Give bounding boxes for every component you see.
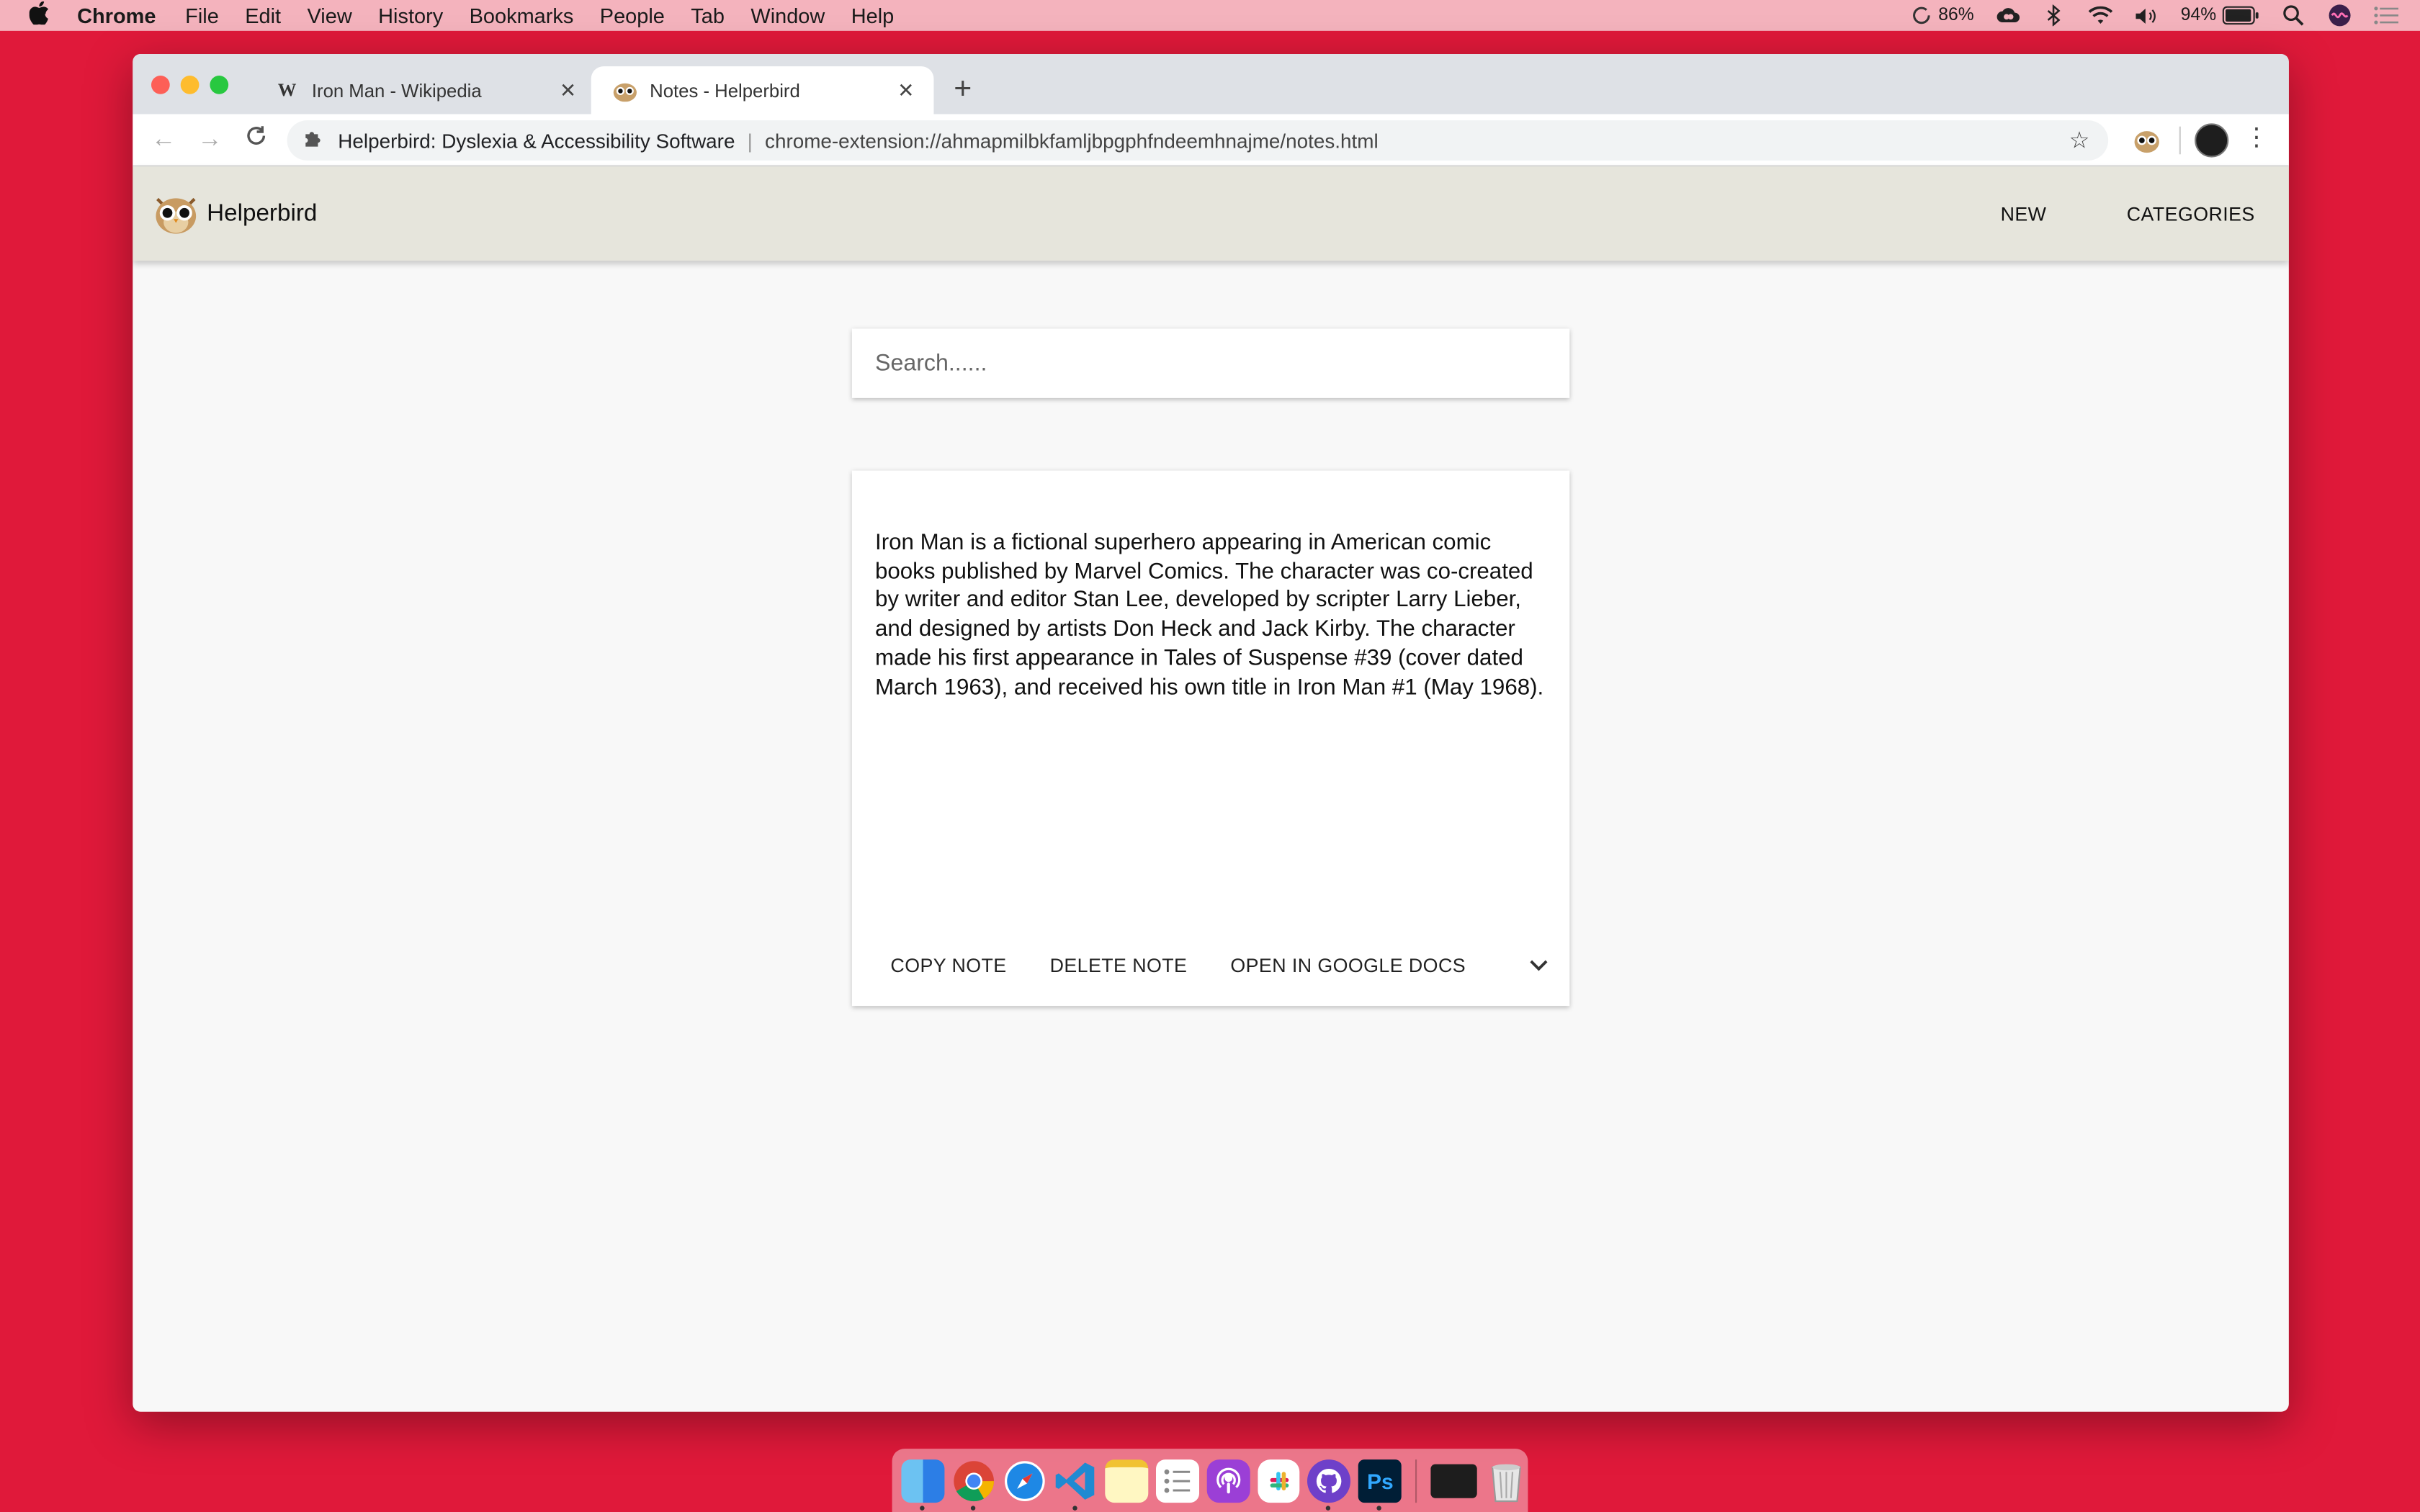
vscode-icon[interactable] — [1054, 1459, 1097, 1510]
browser-toolbar: ← → Helperbird: Dyslexia & Accessibility… — [133, 114, 2289, 167]
spotlight-search-icon[interactable] — [2281, 4, 2305, 26]
photoshop-label: Ps — [1366, 1467, 1394, 1493]
running-indicator — [1326, 1505, 1332, 1510]
new-note-button[interactable]: NEW — [2001, 203, 2047, 225]
menu-help[interactable]: Help — [851, 4, 894, 27]
app-header: Helperbird NEW CATEGORIES — [133, 166, 2289, 261]
bookmark-star-icon[interactable]: ☆ — [2069, 127, 2090, 154]
tab-wikipedia[interactable]: W Iron Man - Wikipedia ✕ — [253, 66, 596, 114]
terminal-icon[interactable] — [1430, 1463, 1477, 1498]
status-area: 86% 94% — [1912, 0, 2398, 31]
menu-window[interactable]: Window — [750, 4, 825, 27]
helperbird-favicon-icon — [613, 78, 637, 102]
creative-cloud-icon[interactable] — [1996, 4, 2020, 26]
dock-separator — [1415, 1459, 1417, 1503]
safari-icon[interactable] — [1003, 1459, 1047, 1502]
back-arrow-icon[interactable]: ← — [140, 126, 187, 154]
delete-note-button[interactable]: DELETE NOTE — [1034, 955, 1203, 976]
running-indicator — [1377, 1505, 1382, 1510]
window-close-button[interactable] — [151, 76, 170, 94]
running-indicator — [970, 1505, 976, 1510]
photoshop-icon[interactable]: Ps — [1358, 1459, 1402, 1510]
app-nav: NEW CATEGORIES — [2001, 166, 2255, 261]
github-icon[interactable] — [1307, 1459, 1351, 1510]
cpu-percent: 86% — [1938, 6, 1974, 25]
battery-icon — [2222, 6, 2259, 25]
cpu-gauge-icon — [1912, 6, 1930, 24]
note-card: Iron Man is a fictional superhero appear… — [851, 470, 1570, 1007]
menu-edit[interactable]: Edit — [245, 4, 281, 27]
note-text[interactable]: Iron Man is a fictional superhero appear… — [875, 529, 1554, 702]
notification-center-icon[interactable] — [2374, 4, 2398, 26]
desktop: Chrome File Edit View History Bookmarks … — [0, 0, 2420, 1512]
address-bar[interactable]: Helperbird: Dyslexia & Accessibility Sof… — [287, 120, 2109, 161]
notes-icon[interactable] — [1105, 1459, 1148, 1503]
notes-content: Iron Man is a fictional superhero appear… — [133, 261, 2289, 1358]
menu-tab[interactable]: Tab — [691, 4, 725, 27]
running-indicator — [920, 1505, 925, 1510]
tab-close-icon[interactable]: ✕ — [894, 78, 918, 102]
puzzle-piece-icon — [304, 128, 324, 153]
profile-avatar[interactable] — [2195, 123, 2229, 158]
browser-window: W Iron Man - Wikipedia ✕ Notes - Helperb… — [133, 54, 2289, 1412]
dock: Ps — [892, 1449, 1528, 1512]
open-in-google-docs-button[interactable]: OPEN IN GOOGLE DOCS — [1215, 955, 1482, 976]
address-separator: | — [747, 128, 753, 153]
helperbird-logo-icon — [154, 194, 197, 234]
battery-percent: 94% — [2180, 6, 2217, 25]
toolbar-divider — [2179, 126, 2181, 155]
running-indicator — [1072, 1505, 1077, 1510]
tab-helperbird-notes[interactable]: Notes - Helperbird ✕ — [591, 66, 934, 114]
menu-people[interactable]: People — [600, 4, 665, 27]
reload-icon[interactable] — [233, 125, 279, 155]
more-vertical-icon[interactable]: ⋮ — [2244, 122, 2269, 153]
menu-file[interactable]: File — [185, 4, 219, 27]
window-maximize-button[interactable] — [210, 76, 229, 94]
menu-bookmarks[interactable]: Bookmarks — [470, 4, 574, 27]
menu-view[interactable]: View — [308, 4, 352, 27]
categories-button[interactable]: CATEGORIES — [2127, 203, 2255, 225]
chrome-icon[interactable] — [952, 1459, 995, 1510]
tab-close-icon[interactable]: ✕ — [555, 78, 580, 102]
tab-strip: W Iron Man - Wikipedia ✕ Notes - Helperb… — [133, 54, 2289, 114]
chevron-down-icon[interactable] — [1526, 952, 1551, 976]
helperbird-extension-icon[interactable] — [2133, 127, 2161, 155]
cpu-status[interactable]: 86% — [1912, 6, 1974, 25]
window-controls — [151, 76, 229, 94]
bluetooth-icon[interactable] — [2042, 4, 2066, 27]
search-card — [851, 328, 1570, 398]
podcasts-icon[interactable] — [1206, 1459, 1250, 1503]
tab-title: Notes - Helperbird — [650, 79, 800, 102]
copy-note-button[interactable]: COPY NOTE — [875, 955, 1022, 976]
note-actions: COPY NOTE DELETE NOTE OPEN IN GOOGLE DOC… — [875, 952, 1551, 980]
address-url: chrome-extension://ahmapmilbkfamljbpgphf… — [765, 128, 1379, 153]
volume-icon[interactable] — [2135, 4, 2159, 26]
battery-status[interactable]: 94% — [2181, 6, 2259, 25]
search-input[interactable] — [851, 328, 1570, 398]
trash-icon[interactable] — [1485, 1459, 1528, 1502]
window-minimize-button[interactable] — [180, 76, 200, 94]
menu-bar: Chrome File Edit View History Bookmarks … — [0, 0, 2420, 31]
menu-history[interactable]: History — [378, 4, 443, 27]
reminders-icon[interactable] — [1155, 1459, 1199, 1503]
siri-icon[interactable] — [2327, 4, 2352, 27]
apple-icon[interactable] — [0, 0, 77, 30]
tab-title: Iron Man - Wikipedia — [311, 79, 482, 102]
address-origin: Helperbird: Dyslexia & Accessibility Sof… — [338, 128, 735, 153]
menu-app-name[interactable]: Chrome — [77, 4, 156, 27]
forward-arrow-icon[interactable]: → — [187, 126, 233, 154]
app-brand-name: Helperbird — [207, 199, 318, 226]
new-tab-icon[interactable]: + — [954, 73, 972, 108]
finder-icon[interactable] — [901, 1459, 945, 1510]
wikipedia-favicon-icon: W — [277, 78, 297, 101]
slack-icon[interactable] — [1257, 1459, 1301, 1503]
wifi-icon[interactable] — [2088, 4, 2113, 26]
